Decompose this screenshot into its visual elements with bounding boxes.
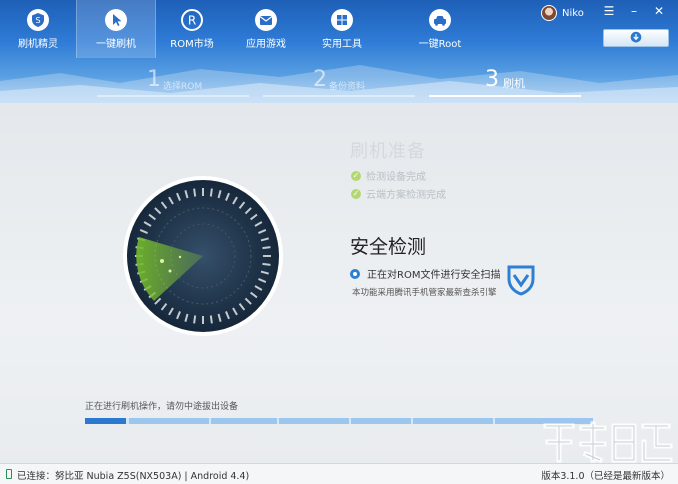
security-check-title: 安全检测 bbox=[350, 236, 427, 258]
progress-segment bbox=[129, 418, 209, 424]
step-label: 备份资料 bbox=[329, 82, 366, 92]
scan-status-text: 正在对ROM文件进行安全扫描 bbox=[367, 270, 501, 281]
radar-tick bbox=[262, 262, 271, 266]
cursor-icon bbox=[105, 9, 127, 31]
step-number: 2 bbox=[313, 67, 327, 92]
check-item: ✓ 检测设备完成 bbox=[351, 168, 426, 183]
progress-bar bbox=[85, 418, 593, 424]
scan-status: 正在对ROM文件进行安全扫描 bbox=[350, 266, 500, 281]
step-1: 1 选择ROM bbox=[97, 63, 249, 99]
background-title: 刷机准备 bbox=[350, 141, 426, 162]
grid-icon bbox=[331, 9, 353, 31]
nav-label: 刷机精灵 bbox=[18, 39, 58, 50]
step-number: 3 bbox=[485, 67, 499, 92]
progress-segment bbox=[351, 418, 411, 424]
tencent-shield-icon bbox=[507, 265, 535, 296]
svg-text:R: R bbox=[188, 14, 196, 28]
nav-item-flash-wizard[interactable]: S 刷机精灵 bbox=[6, 0, 70, 58]
step-underline bbox=[263, 95, 415, 97]
check-icon: ✓ bbox=[351, 170, 361, 181]
download-arrow-icon bbox=[630, 31, 642, 43]
nav-label: ROM市场 bbox=[170, 39, 214, 50]
nav-item-rom-market[interactable]: R ROM市场 bbox=[160, 0, 224, 58]
radar-tick bbox=[209, 315, 213, 324]
nav-label: 实用工具 bbox=[322, 39, 362, 50]
radar-tick bbox=[193, 188, 197, 197]
check-icon: ✓ bbox=[351, 188, 361, 199]
check-label: 云端方案检测完成 bbox=[366, 190, 446, 201]
step-underline bbox=[97, 95, 249, 97]
step-number: 1 bbox=[147, 67, 161, 92]
radar-graphic bbox=[123, 176, 283, 336]
step-2: 2 备份资料 bbox=[263, 63, 415, 99]
svg-text:S: S bbox=[35, 16, 40, 25]
top-banner: S 刷机精灵 一键刷机 R ROM市场 应用游戏 实用工具 一键Root Nik… bbox=[0, 0, 678, 103]
progress-label: 正在进行刷机操作，请勿中途拔出设备 bbox=[85, 402, 239, 412]
check-label: 检测设备完成 bbox=[366, 172, 426, 183]
car-icon bbox=[429, 9, 451, 31]
nav-item-one-click-flash[interactable]: 一键刷机 bbox=[76, 0, 156, 58]
nav-label: 应用游戏 bbox=[246, 39, 286, 50]
radar-tick bbox=[262, 246, 271, 250]
menu-icon[interactable]: ☰ bbox=[601, 3, 617, 19]
progress-fill bbox=[85, 418, 126, 424]
radar-tick bbox=[209, 188, 213, 197]
nav-label: 一键Root bbox=[418, 39, 462, 50]
step-label: 选择ROM bbox=[163, 82, 203, 92]
status-bar: 已连接：努比亚 Nubia Z5S(NX503A) | Android 4.4)… bbox=[0, 463, 678, 484]
mail-icon bbox=[255, 9, 277, 31]
radar-tick bbox=[193, 315, 197, 324]
user-name: Niko bbox=[562, 7, 584, 19]
close-icon[interactable]: ✕ bbox=[651, 3, 667, 19]
nav-label: 一键刷机 bbox=[96, 39, 136, 50]
download-button[interactable] bbox=[603, 29, 669, 47]
avatar bbox=[541, 5, 557, 21]
engine-note: 本功能采用腾讯手机管家最新查杀引擎 bbox=[352, 288, 497, 298]
check-item: ✓ 云端方案检测完成 bbox=[351, 186, 446, 201]
scanning-icon bbox=[350, 268, 360, 279]
step-3: 3 刷机 bbox=[429, 63, 581, 99]
progress-segment bbox=[211, 418, 277, 424]
step-label: 刷机 bbox=[503, 77, 525, 90]
connection-status: 已连接：努比亚 Nubia Z5S(NX503A) | Android 4.4) bbox=[17, 471, 250, 482]
site-watermark-logo bbox=[543, 421, 673, 464]
version-info: 版本3.1.0（已经是最新版本） bbox=[541, 471, 670, 482]
nav-item-tools[interactable]: 实用工具 bbox=[310, 0, 374, 58]
radar-scanner bbox=[122, 175, 284, 337]
progress-segment bbox=[413, 418, 493, 424]
step-indicator: 1 选择ROM 2 备份资料 3 刷机 bbox=[0, 63, 678, 103]
nav-item-one-click-root[interactable]: 一键Root bbox=[406, 0, 474, 58]
user-account[interactable]: Niko bbox=[541, 4, 584, 22]
nav-item-apps-games[interactable]: 应用游戏 bbox=[234, 0, 298, 58]
phone-icon bbox=[6, 469, 12, 479]
progress-segment bbox=[279, 418, 349, 424]
rom-r-icon: R bbox=[181, 9, 203, 31]
shield-s-icon: S bbox=[27, 9, 49, 31]
minimize-icon[interactable]: – bbox=[626, 3, 642, 19]
step-underline bbox=[429, 95, 581, 97]
